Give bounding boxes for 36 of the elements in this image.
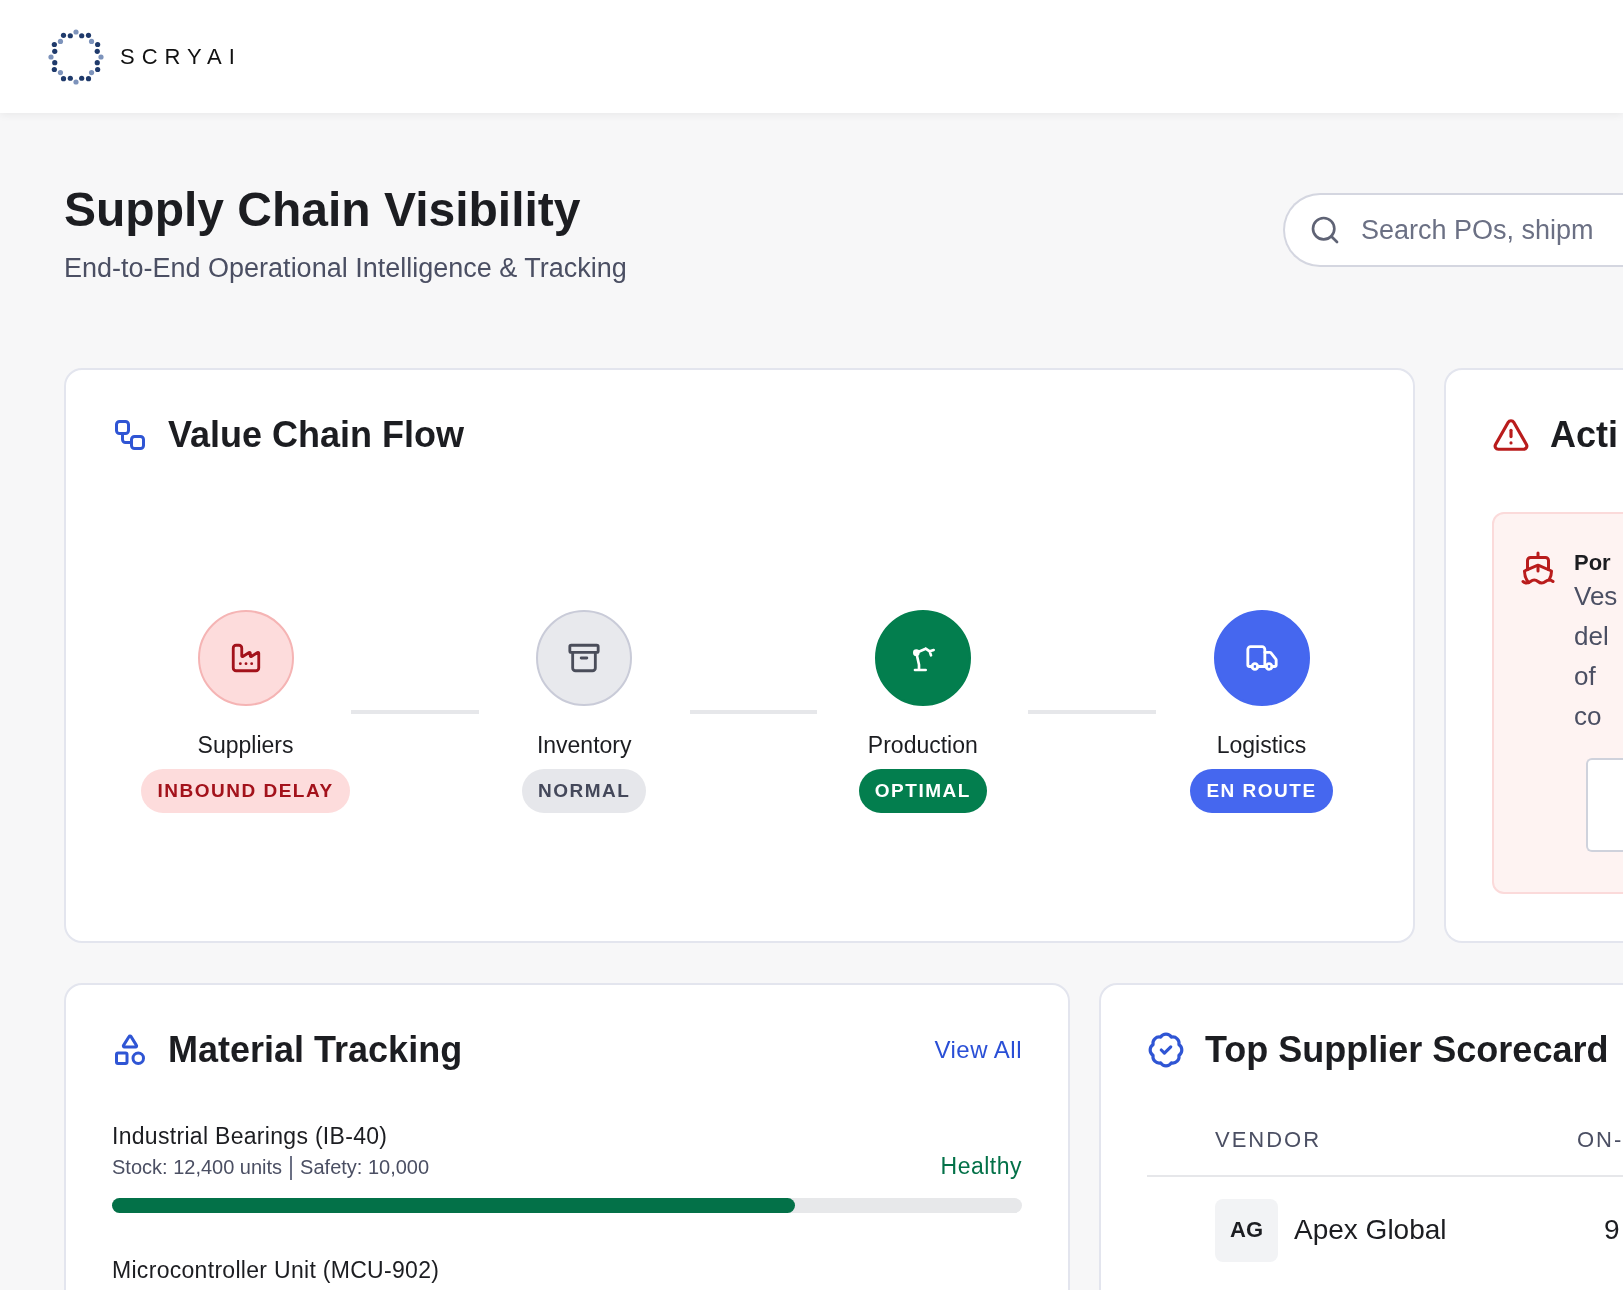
page-subtitle: End-to-End Operational Intelligence & Tracking [64, 252, 627, 284]
stage-name: Logistics [1216, 731, 1307, 759]
status-badge: OPTIMAL [858, 768, 987, 813]
page-title: Supply Chain Visibility [64, 182, 582, 238]
check-badge-icon [1147, 1030, 1185, 1069]
vendor-name: Apex Global [1294, 1214, 1447, 1247]
alert-text: of [1574, 659, 1597, 693]
view-all-link[interactable]: View All [934, 1035, 1022, 1064]
card-title: Material Tracking [168, 1028, 463, 1071]
table-cell-text: 9 [1604, 1214, 1621, 1247]
stock-text: Stock: 12,400 units [112, 1156, 283, 1180]
column-header: ON- [1577, 1126, 1623, 1153]
card-title: Acti [1550, 413, 1618, 456]
ship-icon [1520, 549, 1556, 586]
material-name: Microcontroller Unit (MCU-902) [112, 1256, 440, 1284]
search-field[interactable]: Search POs, shipm [1283, 193, 1623, 267]
alert-text: Ves [1574, 579, 1619, 613]
status-text: Healthy [940, 1152, 1022, 1180]
card-title: Value Chain Flow [168, 413, 465, 456]
card-title: Top Supplier Scorecard [1205, 1028, 1609, 1071]
status-badge: INBOUND DELAY [141, 768, 350, 813]
stage-name: Inventory [536, 731, 632, 759]
logo-icon [46, 26, 106, 87]
search-icon [1309, 214, 1341, 246]
stage-name: Suppliers [197, 731, 294, 759]
alert-text: co [1574, 699, 1603, 733]
status-badge: NORMAL [522, 768, 647, 813]
status-badge: EN ROUTE [1190, 768, 1333, 813]
vendor-avatar: AG [1215, 1198, 1278, 1262]
alert-text: del [1574, 619, 1610, 653]
material-name: Industrial Bearings (IB-40) [112, 1122, 389, 1150]
alert-title: Por [1574, 549, 1612, 576]
stage-name: Production [867, 731, 978, 759]
safety-text: Safety: 10,000 [300, 1156, 430, 1180]
brand-name: SCRYAI [120, 43, 242, 70]
column-header: VENDOR [1215, 1126, 1323, 1153]
